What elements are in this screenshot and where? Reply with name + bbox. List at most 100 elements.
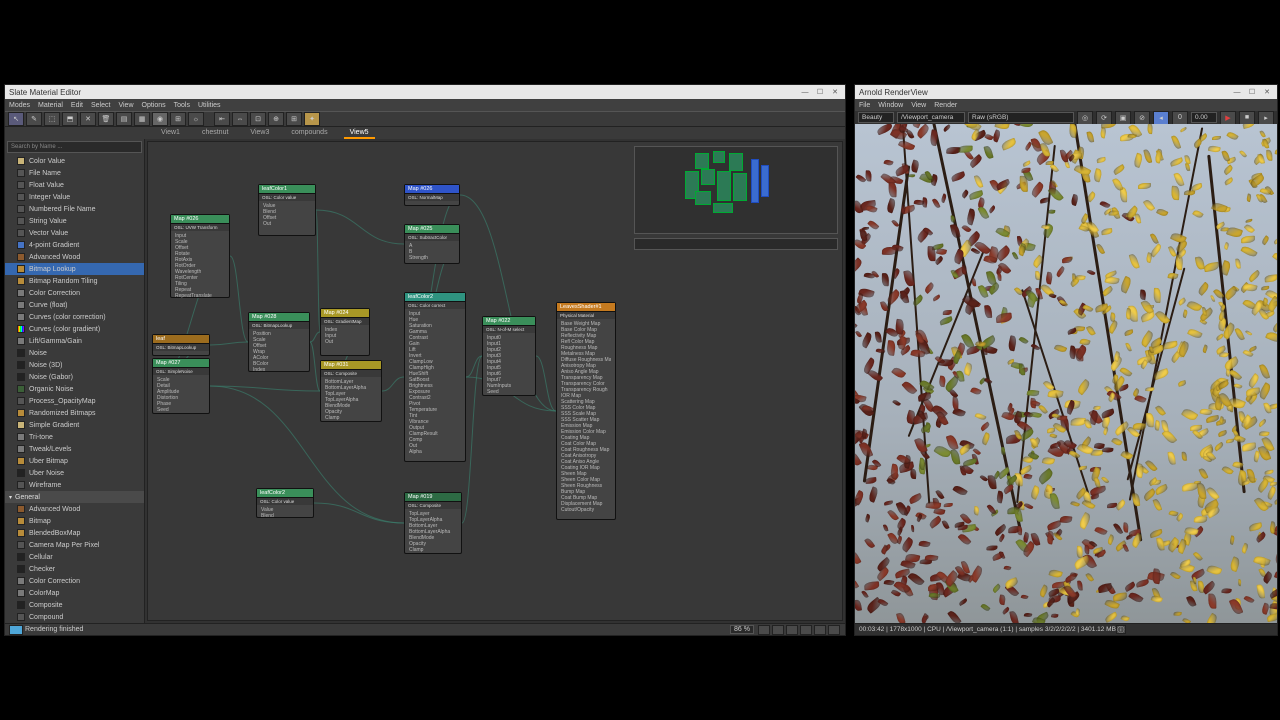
tab-view5[interactable]: View5	[344, 128, 375, 139]
pan-button[interactable]	[800, 625, 812, 635]
home-button[interactable]	[814, 625, 826, 635]
tree-item[interactable]: Bitmap Random Tiling	[5, 275, 144, 287]
tree-item[interactable]: Tri-tone	[5, 431, 144, 443]
render-menu-window[interactable]: Window	[878, 102, 903, 109]
tree-item[interactable]: Color Correction	[5, 575, 144, 587]
node-phys[interactable]: LeavesShader#1Physical MaterialBase Weig…	[556, 302, 616, 520]
render-viewport[interactable]	[855, 124, 1277, 623]
tree-item[interactable]: Process_OpacityMap	[5, 395, 144, 407]
render-menu-file[interactable]: File	[859, 102, 870, 109]
render-close-button[interactable]: ✕	[1261, 87, 1273, 97]
menu-options[interactable]: Options	[142, 102, 166, 109]
region-button[interactable]: ▣	[1115, 111, 1131, 125]
zoom-percent[interactable]: 86 %	[730, 625, 754, 634]
time-field[interactable]: 0.00	[1191, 112, 1217, 123]
material-tree[interactable]: Color ValueFile NameFloat ValueInteger V…	[5, 155, 144, 623]
play-button[interactable]: ▶	[1220, 111, 1236, 125]
node-simplex[interactable]: Map #027OSL: SimpleNoiseScaleDetailAmpli…	[152, 358, 210, 414]
node-canvas[interactable]: Map #026OSL: UVW TransformInputScaleOffs…	[147, 141, 843, 621]
tree-item[interactable]: Noise	[5, 347, 144, 359]
tab-view1[interactable]: View1	[155, 128, 186, 139]
tree-item[interactable]: Checker	[5, 563, 144, 575]
menu-material[interactable]: Material	[38, 102, 63, 109]
tree-item[interactable]: Tweak/Levels	[5, 443, 144, 455]
tree-item[interactable]: Noise (Gabor)	[5, 371, 144, 383]
eyedropper-button[interactable]: ✎	[26, 112, 42, 126]
colorspace-select[interactable]: Raw (sRGB)	[968, 112, 1074, 123]
remove-button[interactable]: ✕	[80, 112, 96, 126]
tree-item[interactable]: Advanced Wood	[5, 503, 144, 515]
quality-select[interactable]: Beauty	[858, 112, 894, 123]
tree-item[interactable]: BlendedBoxMap	[5, 527, 144, 539]
tree-item[interactable]: ColorMap	[5, 587, 144, 599]
node-bitmap1[interactable]: Map #028OSL: BitmapLookupPositionScaleOf…	[248, 312, 310, 372]
arrow-tool-button[interactable]: ↖	[8, 112, 24, 126]
node-normal[interactable]: Map #026OSL: NormalMap	[404, 184, 460, 206]
node-leaf[interactable]: leafOSL: BitmapLookup	[152, 334, 210, 356]
tree-item[interactable]: Organic Noise	[5, 383, 144, 395]
tree-item[interactable]: Simple Gradient	[5, 419, 144, 431]
node-leafcol2b[interactable]: leafColor2OSL: Color valueValueBlend	[256, 488, 314, 518]
tree-item[interactable]: Compound	[5, 611, 144, 623]
menu-view[interactable]: View	[118, 102, 133, 109]
snapshot-button[interactable]: ◎	[1077, 111, 1093, 125]
node-leafcol1[interactable]: leafColor1OSL: Color valueValueBlendOffs…	[258, 184, 316, 236]
slate-titlebar[interactable]: Slate Material Editor — ☐ ✕	[5, 85, 845, 99]
menu-utilities[interactable]: Utilities	[198, 102, 221, 109]
snap-button[interactable]: ⊡	[250, 112, 266, 126]
magnet-button[interactable]: ⊕	[268, 112, 284, 126]
zoom-fit-button[interactable]	[786, 625, 798, 635]
tree-item[interactable]: 4-point Gradient	[5, 239, 144, 251]
minimize-button[interactable]: —	[799, 87, 811, 97]
stop-button[interactable]: ■	[1239, 111, 1255, 125]
preview-button[interactable]: ◉	[152, 112, 168, 126]
tree-item[interactable]: Bitmap	[5, 515, 144, 527]
node-comp2[interactable]: Map #019OSL: CompositeTopLayerTopLayerAl…	[404, 492, 462, 554]
tree-item[interactable]: Composite	[5, 599, 144, 611]
tree-item[interactable]: Curve (float)	[5, 299, 144, 311]
move-to-button[interactable]: ▤	[116, 112, 132, 126]
align-center-button[interactable]: ⇔	[232, 112, 248, 126]
tree-item[interactable]: Uber Noise	[5, 467, 144, 479]
tree-item[interactable]: Float Value	[5, 179, 144, 191]
zoom-out-button[interactable]	[772, 625, 784, 635]
settings-button[interactable]: ☼	[188, 112, 204, 126]
node-uvw[interactable]: Map #026OSL: UVW TransformInputScaleOffs…	[170, 214, 230, 298]
tree-item[interactable]: Randomized Bitmaps	[5, 407, 144, 419]
tree-item[interactable]: Vector Value	[5, 227, 144, 239]
apply-button[interactable]: ⬒	[62, 112, 78, 126]
node-leafcol2[interactable]: leafColor2OSL: Color correctInputHueSatu…	[404, 292, 466, 462]
stepback-button[interactable]: ◂	[1153, 111, 1169, 125]
camera-select[interactable]: /Viewport_camera	[897, 112, 965, 123]
tree-item[interactable]: Curves (color correction)	[5, 311, 144, 323]
tree-item[interactable]: Color Value	[5, 155, 144, 167]
tree-item[interactable]: Color Correction	[5, 287, 144, 299]
tab-compounds[interactable]: compounds	[285, 128, 333, 139]
node-gradmap[interactable]: Map #024OSL: GradientMapIndexInputOut	[320, 308, 370, 356]
zoom-in-button[interactable]	[758, 625, 770, 635]
align-left-button[interactable]: ⇤	[214, 112, 230, 126]
tree-item[interactable]: String Value	[5, 215, 144, 227]
tree-item[interactable]: Wireframe	[5, 479, 144, 491]
tree-item[interactable]: Camera Map Per Pixel	[5, 539, 144, 551]
navigator-minimap[interactable]	[634, 146, 838, 234]
tree-item[interactable]: Cellular	[5, 551, 144, 563]
delete-button[interactable]: 🗑	[98, 112, 114, 126]
tree-item[interactable]: Numbered File Name	[5, 203, 144, 215]
close-button[interactable]: ✕	[829, 87, 841, 97]
render-menu-render[interactable]: Render	[934, 102, 957, 109]
tree-item[interactable]: Integer Value	[5, 191, 144, 203]
tree-item[interactable]: Advanced Wood	[5, 251, 144, 263]
region-button[interactable]	[828, 625, 840, 635]
tab-view3[interactable]: View3	[244, 128, 275, 139]
tree-item[interactable]: Lift/Gamma/Gain	[5, 335, 144, 347]
assign-material-button[interactable]: ⬚	[44, 112, 60, 126]
node-subcol[interactable]: Map #025OSL: SubtractColorABStrength	[404, 224, 460, 264]
frame-button[interactable]: 0	[1172, 111, 1188, 125]
render-titlebar[interactable]: Arnold RenderView — ☐ ✕	[855, 85, 1277, 99]
tree-item[interactable]: Noise (3D)	[5, 359, 144, 371]
render-info-button[interactable]: ⓘ	[1116, 625, 1126, 634]
render-menu-view[interactable]: View	[911, 102, 926, 109]
node-comp1[interactable]: Map #031OSL: CompositeBottomLayerBottomL…	[320, 360, 382, 422]
tab-chestnut[interactable]: chestnut	[196, 128, 234, 139]
